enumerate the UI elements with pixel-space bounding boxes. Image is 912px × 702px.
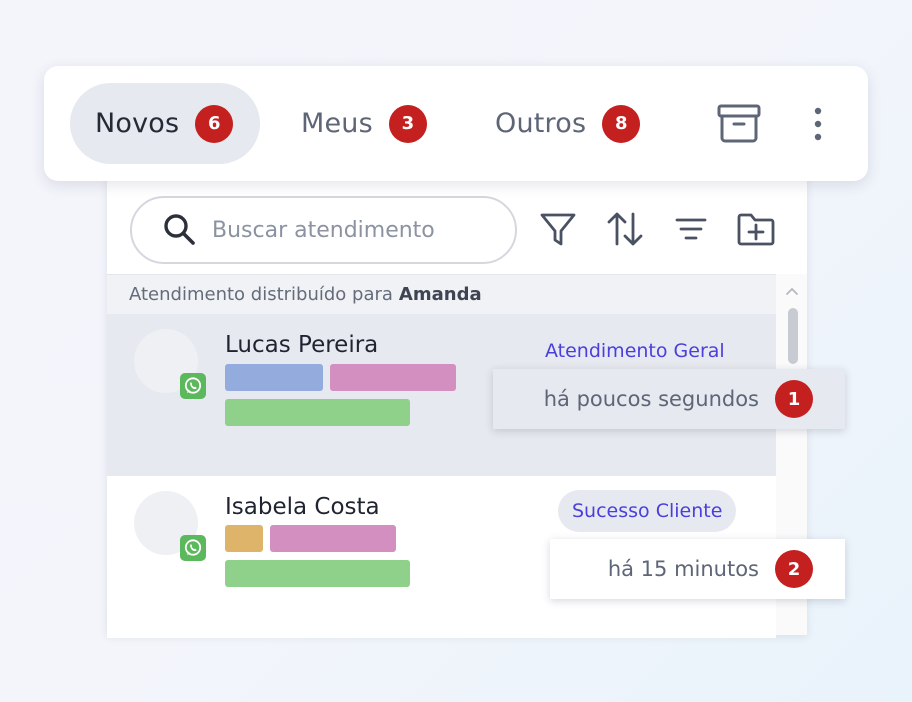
whatsapp-icon [180, 373, 206, 399]
tag-chip [330, 364, 456, 391]
distribution-prefix: Atendimento distribuído para [129, 284, 393, 305]
tag-chip [225, 560, 410, 587]
tab-outros[interactable]: Outros 8 [484, 83, 654, 164]
scroll-thumb[interactable] [788, 308, 798, 364]
sort-icon [607, 212, 643, 246]
queue-label: Atendimento Geral [545, 340, 725, 362]
add-folder-button[interactable] [735, 208, 777, 250]
tab-novos-label: Novos [95, 108, 180, 139]
search-icon [164, 214, 195, 245]
time-chip: há 15 minutos 2 [550, 539, 845, 599]
tabs-bar: Novos 6 Meus 3 Outros 8 [44, 66, 868, 181]
sort-button[interactable] [604, 208, 646, 250]
list-filter-icon [675, 218, 707, 240]
chevron-up-icon[interactable] [785, 286, 799, 296]
archive-icon [717, 104, 761, 143]
tag-chip [225, 525, 263, 552]
time-chip: há poucos segundos 1 [493, 369, 845, 429]
distribution-notice: Atendimento distribuído para Amanda [107, 274, 776, 314]
tag-chip [270, 525, 396, 552]
search-box[interactable] [130, 196, 517, 264]
search-input[interactable] [212, 217, 492, 243]
more-options-button[interactable] [804, 102, 832, 146]
whatsapp-icon [180, 535, 206, 561]
folder-add-icon [737, 213, 775, 246]
tab-novos[interactable]: Novos 6 [70, 83, 260, 164]
list-filter-button[interactable] [670, 208, 712, 250]
order-badge: 2 [775, 550, 813, 588]
distribution-agent-name: Amanda [398, 284, 482, 305]
tag-chip [225, 399, 410, 426]
tab-meus-label: Meus [301, 108, 373, 139]
tab-meus[interactable]: Meus 3 [290, 83, 440, 164]
tab-outros-count-badge: 8 [602, 104, 641, 143]
filter-icon [540, 213, 576, 246]
filter-button[interactable] [537, 208, 579, 250]
tab-novos-count-badge: 6 [195, 104, 234, 143]
time-text: há 15 minutos [607, 557, 759, 581]
tab-outros-label: Outros [495, 108, 587, 139]
time-text: há poucos segundos [543, 387, 759, 411]
contact-name: Isabela Costa [225, 494, 380, 520]
tag-chip [225, 364, 323, 391]
contact-name: Lucas Pereira [225, 332, 379, 358]
tab-meus-count-badge: 3 [388, 104, 427, 143]
queue-label: Sucesso Cliente [558, 490, 737, 532]
archive-button[interactable] [716, 102, 762, 146]
app-frame: Novos 6 Meus 3 Outros 8 Buscar atendimen… [0, 0, 912, 702]
order-badge: 1 [775, 380, 813, 418]
more-vertical-icon [814, 107, 822, 141]
